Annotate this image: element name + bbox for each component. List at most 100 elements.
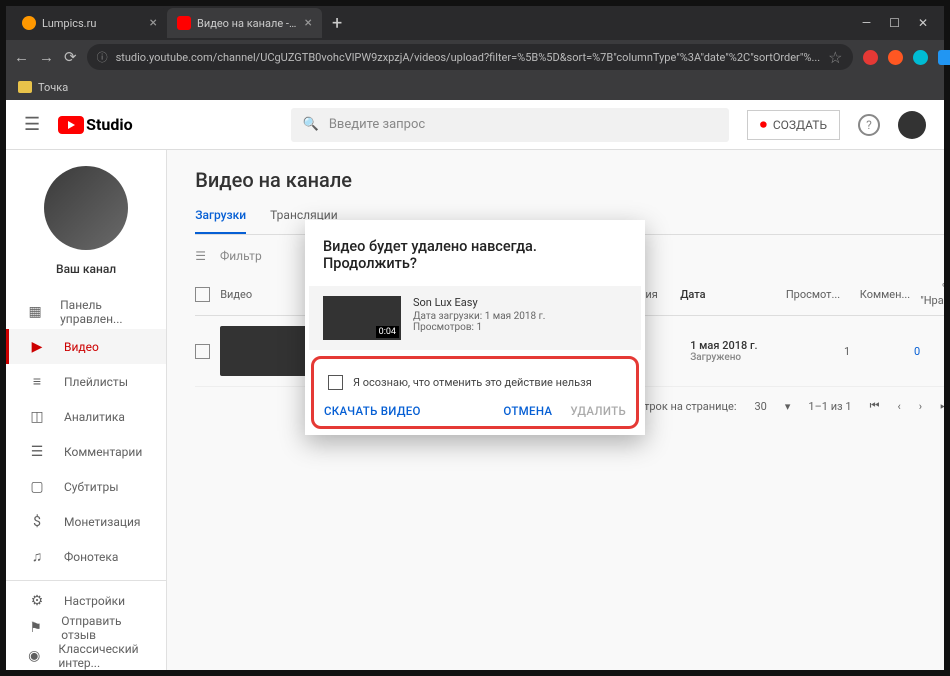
tab-uploads[interactable]: Загрузки <box>195 208 246 234</box>
new-tab-button[interactable]: + <box>322 13 352 34</box>
page-range: 1–1 из 1 <box>808 400 851 413</box>
browser-tab-active[interactable]: Видео на канале - YouTube Stu... × <box>167 8 322 38</box>
filter-label[interactable]: Фильтр <box>220 249 262 263</box>
bookmark-item[interactable]: Точка <box>38 81 68 94</box>
sidebar-item-videos[interactable]: ▶Видео <box>6 329 166 364</box>
duration-badge: 0:04 <box>376 326 399 338</box>
monetization-icon: $ <box>28 514 46 530</box>
modal-title: Видео будет удалено навсегда. Продолжить… <box>305 220 645 286</box>
search-input[interactable]: 🔍 Введите запрос <box>291 108 729 142</box>
sidebar-item-classic[interactable]: ◉Классический интер... <box>6 642 166 670</box>
tab-favicon <box>22 16 36 30</box>
flag-icon: ⚑ <box>28 620 43 636</box>
create-button[interactable]: ⏺ СОЗДАТЬ <box>747 110 840 140</box>
gear-icon: ⚙ <box>28 593 46 609</box>
page-title: Видео на канале <box>195 168 944 192</box>
sidebar-item-audio[interactable]: ♫Фонотека <box>6 539 166 574</box>
comments-icon: ☰ <box>28 444 46 460</box>
extension-icon[interactable] <box>913 50 928 65</box>
create-video-icon: ⏺ <box>760 117 767 133</box>
filter-icon[interactable]: ☰ <box>195 249 206 263</box>
url-text: studio.youtube.com/channel/UCgUZGTB0vohc… <box>116 51 821 64</box>
minimize-icon[interactable]: — <box>862 16 871 30</box>
col-comments: Коммен... <box>850 288 910 301</box>
video-thumbnail[interactable] <box>220 326 308 376</box>
first-page-icon[interactable]: ⏮ <box>870 399 880 413</box>
help-icon[interactable]: ? <box>858 114 880 136</box>
youtube-icon <box>58 116 84 134</box>
sidebar-item-subtitles[interactable]: ▢Субтитры <box>6 469 166 504</box>
modal-thumbnail: 0:04 <box>323 296 401 340</box>
delete-button[interactable]: УДАЛИТЬ <box>570 404 626 418</box>
tab-title: Видео на канале - YouTube Stu... <box>197 17 299 30</box>
modal-upload-date: Дата загрузки: 1 мая 2018 г. <box>413 311 545 322</box>
close-window-icon[interactable]: ✕ <box>918 16 928 30</box>
subtitles-icon: ▢ <box>28 479 46 495</box>
extension-icon[interactable] <box>938 50 950 65</box>
url-input[interactable]: ⓘ studio.youtube.com/channel/UCgUZGTB0vo… <box>87 44 853 70</box>
sidebar-item-monetization[interactable]: $Монетизация <box>6 504 166 539</box>
sidebar-item-playlists[interactable]: ≡Плейлисты <box>6 364 166 399</box>
classic-icon: ◉ <box>28 648 40 664</box>
col-likes: % "Нрав <box>920 281 944 307</box>
col-views: Просмот... <box>780 288 840 301</box>
extension-icon[interactable] <box>863 50 878 65</box>
logo-text: Studio <box>86 115 133 134</box>
confirm-checkbox[interactable] <box>328 375 343 390</box>
close-icon[interactable]: × <box>150 15 157 31</box>
prev-page-icon[interactable]: ‹ <box>897 400 900 413</box>
sidebar-item-feedback[interactable]: ⚑Отправить отзыв <box>6 614 166 642</box>
chevron-down-icon[interactable]: ▾ <box>785 400 791 413</box>
audio-icon: ♫ <box>28 548 46 565</box>
browser-tab[interactable]: Lumpics.ru × <box>12 8 167 38</box>
maximize-icon[interactable]: ☐ <box>889 16 900 30</box>
col-date[interactable]: Дата <box>680 288 770 301</box>
rows-per-page-value[interactable]: 30 <box>754 400 766 413</box>
row-date: 1 мая 2018 г. <box>690 339 780 352</box>
user-avatar[interactable] <box>898 111 926 139</box>
tab-favicon <box>177 16 191 30</box>
logo[interactable]: Studio <box>58 115 133 134</box>
video-icon: ▶ <box>28 339 46 355</box>
cancel-button[interactable]: ОТМЕНА <box>503 404 552 418</box>
row-checkbox[interactable] <box>195 344 210 359</box>
address-bar: ← → ⟳ ⓘ studio.youtube.com/channel/UCgUZ… <box>6 40 944 74</box>
row-comments[interactable]: 0 <box>860 345 920 358</box>
extension-icon[interactable] <box>888 50 903 65</box>
modal-views: Просмотров: 1 <box>413 322 545 333</box>
bookmark-bar: Точка <box>6 74 944 100</box>
select-all-checkbox[interactable] <box>195 287 210 302</box>
modal-video-title: Son Lux Easy <box>413 296 545 309</box>
playlist-icon: ≡ <box>28 373 46 390</box>
confirm-text: Я осознаю, что отменить это действие нел… <box>353 376 592 389</box>
next-page-icon[interactable]: › <box>919 400 922 413</box>
browser-tabbar: Lumpics.ru × Видео на канале - YouTube S… <box>6 6 944 40</box>
star-icon[interactable]: ☆ <box>828 48 842 67</box>
create-label: СОЗДАТЬ <box>773 118 827 132</box>
sidebar-item-analytics[interactable]: ◫Аналитика <box>6 399 166 434</box>
channel-avatar[interactable] <box>44 166 128 250</box>
app-header: ☰ Studio 🔍 Введите запрос ⏺ СОЗДАТЬ ? <box>6 100 944 150</box>
analytics-icon: ◫ <box>28 409 46 425</box>
folder-icon <box>18 81 32 93</box>
last-page-icon[interactable]: ⏭ <box>940 399 944 413</box>
delete-confirm-modal: Видео будет удалено навсегда. Продолжить… <box>305 220 645 435</box>
sidebar-item-comments[interactable]: ☰Комментарии <box>6 434 166 469</box>
hamburger-icon[interactable]: ☰ <box>24 114 40 135</box>
sidebar: Ваш канал ▦Панель управлен... ▶Видео ≡Пл… <box>6 150 167 670</box>
channel-name: Ваш канал <box>56 262 116 276</box>
download-button[interactable]: СКАЧАТЬ ВИДЕО <box>324 404 421 418</box>
sidebar-item-settings[interactable]: ⚙Настройки <box>6 587 166 614</box>
reload-icon[interactable]: ⟳ <box>64 48 77 66</box>
search-icon: 🔍 <box>303 117 319 132</box>
row-views: 1 <box>790 345 850 358</box>
close-icon[interactable]: × <box>305 15 312 31</box>
back-icon[interactable]: ← <box>14 48 29 66</box>
forward-icon[interactable]: → <box>39 48 54 66</box>
row-date-sub: Загружено <box>690 352 780 363</box>
sidebar-item-dashboard[interactable]: ▦Панель управлен... <box>6 294 166 329</box>
tab-title: Lumpics.ru <box>42 17 144 30</box>
lock-icon: ⓘ <box>97 49 108 65</box>
dashboard-icon: ▦ <box>28 304 42 320</box>
search-placeholder: Введите запрос <box>329 117 425 132</box>
